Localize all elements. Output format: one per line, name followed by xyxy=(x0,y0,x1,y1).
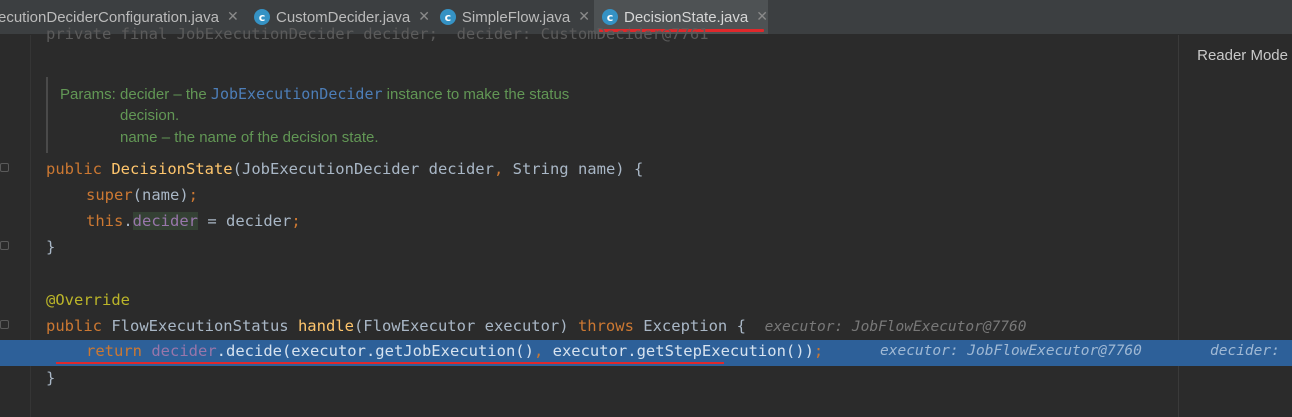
tab-label: ecutionDeciderConfiguration.java xyxy=(0,8,219,26)
rendered-javadoc: Params: decider – the JobExecutionDecide… xyxy=(46,77,668,153)
tab-label: SimpleFlow.java xyxy=(461,8,571,26)
close-icon[interactable]: ✕ xyxy=(227,9,239,25)
doc-line: name – the name of the decision state. xyxy=(120,129,379,146)
code-line-return: return decider.decide(executor.getJobExe… xyxy=(86,342,824,360)
scrolled-code-line: private final JobExecutionDecider decide… xyxy=(46,25,709,43)
code-line-constructor: public DecisionState(JobExecutionDecider… xyxy=(46,160,644,178)
java-class-icon: c xyxy=(254,9,270,25)
close-icon[interactable]: ✕ xyxy=(756,9,768,25)
code-line-brace: } xyxy=(46,238,56,256)
code-line-brace: } xyxy=(46,369,56,387)
code-editor[interactable]: private final JobExecutionDecider decide… xyxy=(0,25,1292,417)
tab-label: DecisionState.java xyxy=(624,8,749,26)
doc-line: decision. xyxy=(120,107,180,124)
code-line-assign: this.decider = decider; xyxy=(86,212,301,230)
inline-debug-value: decider: xyxy=(1210,343,1289,359)
inline-debug-value: executor: JobFlowExecutor@7760 xyxy=(764,319,1027,335)
doc-link[interactable]: JobExecutionDecider xyxy=(211,85,383,103)
code-line-handle: public FlowExecutionStatus handle(FlowEx… xyxy=(46,317,1027,335)
close-icon[interactable]: ✕ xyxy=(578,9,590,25)
java-class-icon: c xyxy=(440,9,456,25)
close-icon[interactable]: ✕ xyxy=(418,9,430,25)
fold-icon[interactable] xyxy=(0,320,9,329)
code-line-super: super(name); xyxy=(86,186,199,204)
java-class-icon: c xyxy=(602,9,618,25)
fold-icon[interactable] xyxy=(0,241,9,250)
inline-debug-value: executor: JobFlowExecutor@7760 xyxy=(880,343,1142,359)
reader-mode-button[interactable]: Reader Mode xyxy=(1197,47,1288,64)
code-line-annotation: @Override xyxy=(46,291,130,309)
doc-params-line: Params: decider – the JobExecutionDecide… xyxy=(60,85,570,103)
annotation-underline xyxy=(56,362,724,364)
fold-icon[interactable] xyxy=(0,163,9,172)
tab-label: CustomDecider.java xyxy=(276,8,411,26)
